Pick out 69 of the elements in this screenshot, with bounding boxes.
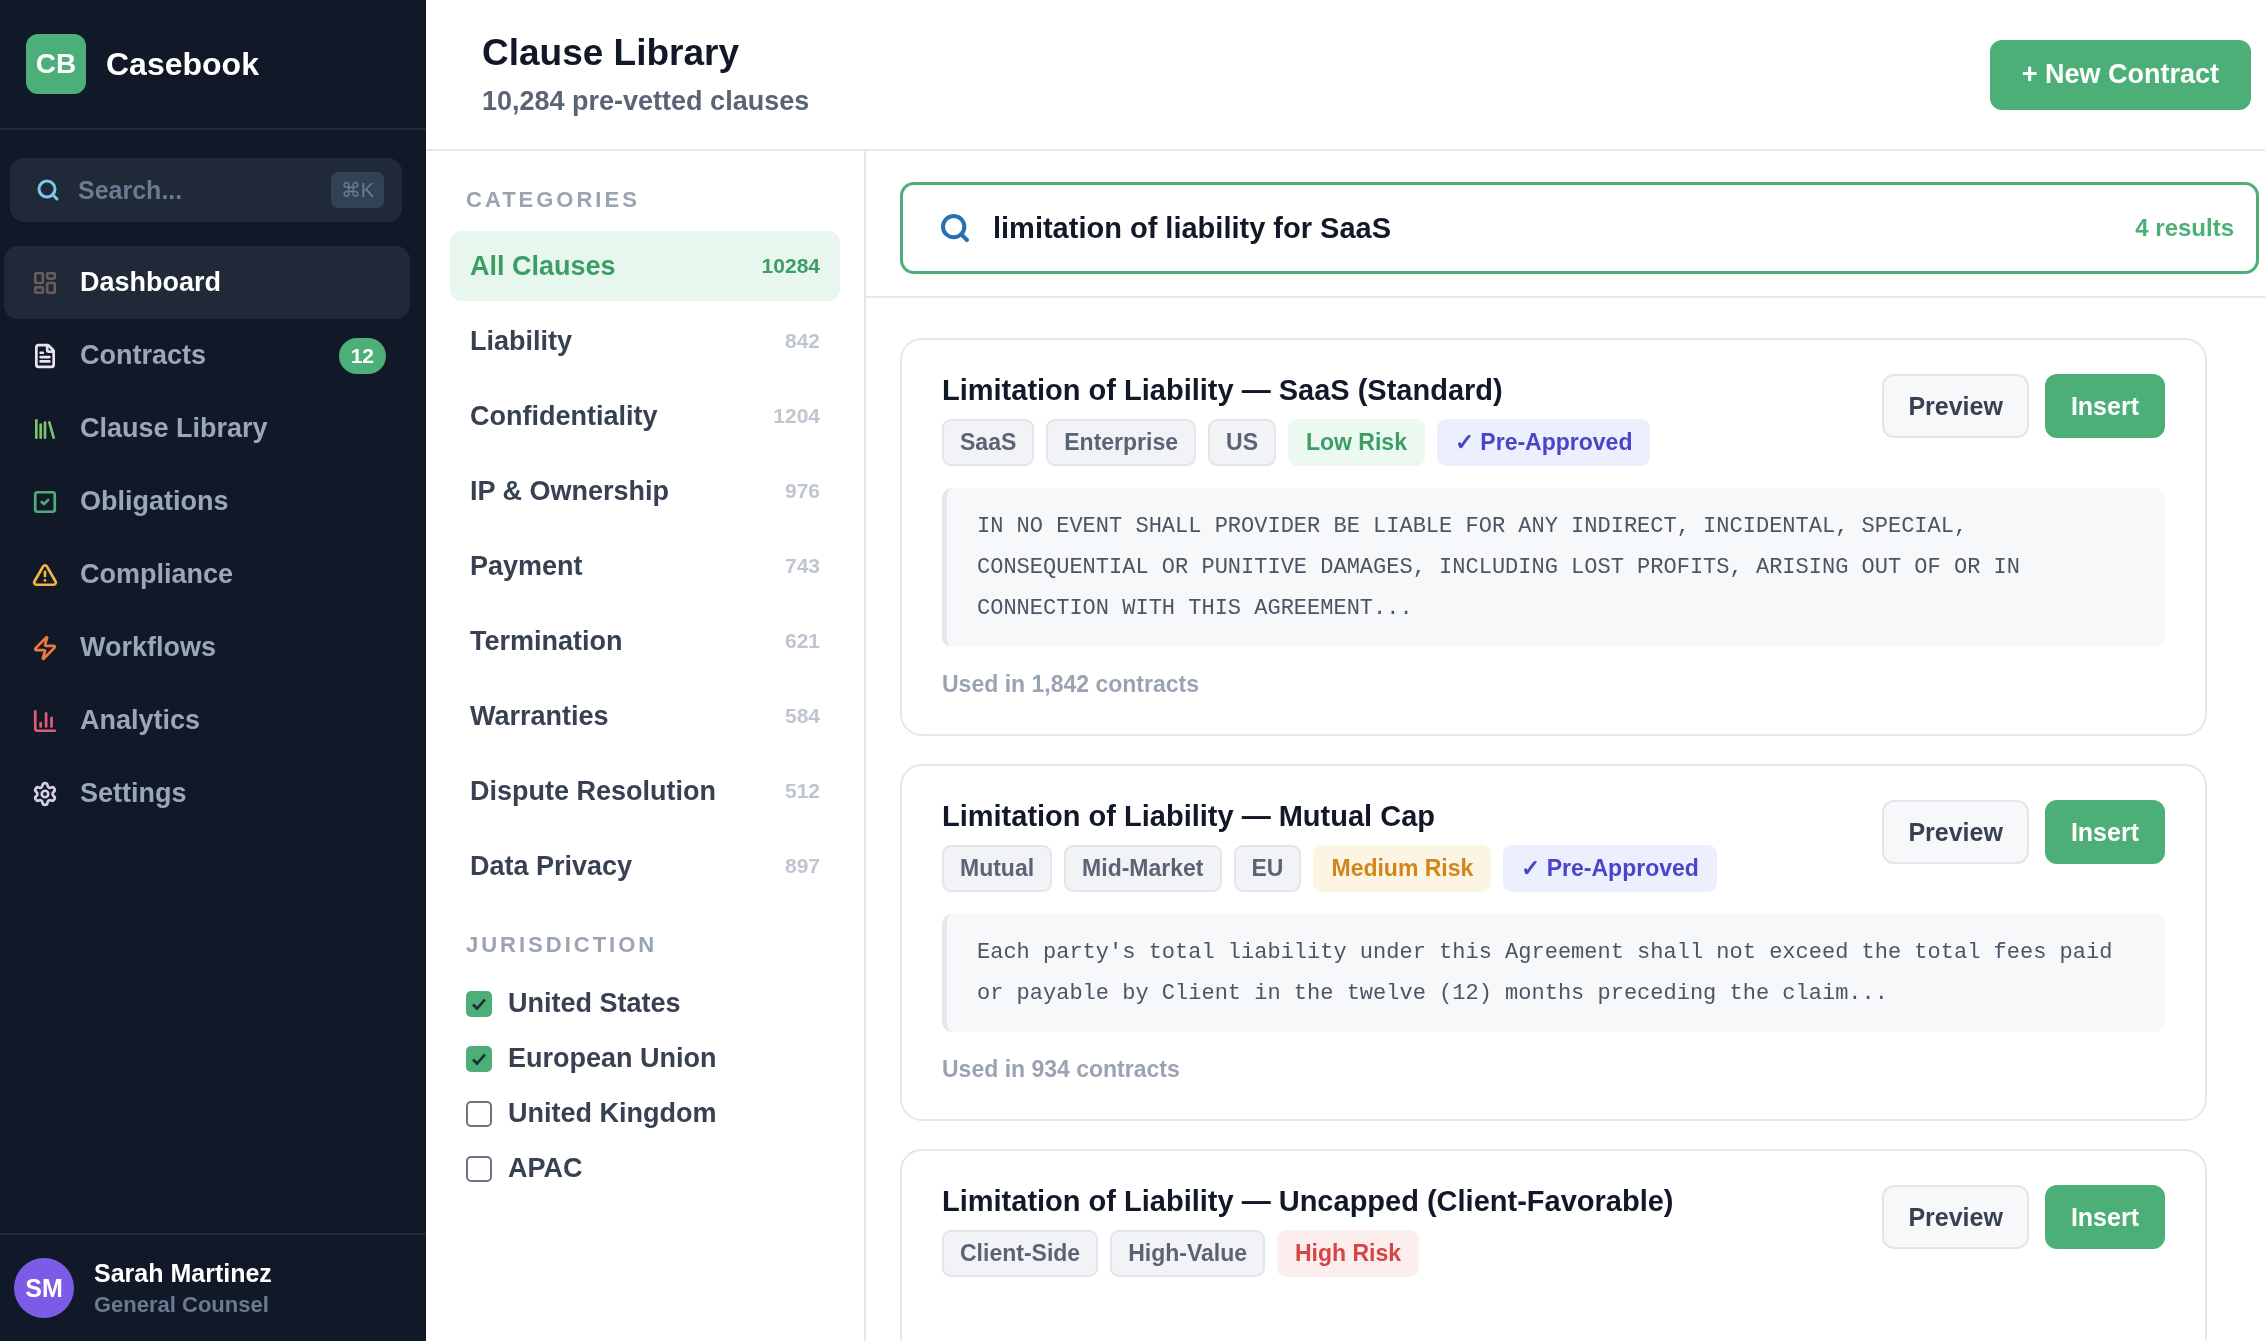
clause-title: Limitation of Liability — Uncapped (Client-Favorable) xyxy=(942,1185,1674,1218)
search-icon xyxy=(939,212,971,244)
clause-title: Limitation of Liability — SaaS (Standard) xyxy=(942,374,1504,407)
document-icon xyxy=(32,342,58,369)
warning-icon xyxy=(32,561,58,588)
clause-tag: Client-Side xyxy=(942,1230,1099,1277)
clause-tag: High-Value xyxy=(1110,1230,1265,1277)
category-item[interactable]: Liability 842 xyxy=(450,306,840,376)
user-role: General Counsel xyxy=(94,1291,270,1318)
clause-text: Each party's total liability under this Agreement shall not exceed the total fees paid or payable by Client in the twelve (12) months preceding the claim... xyxy=(942,914,2165,1032)
checkbox[interactable] xyxy=(466,1045,492,1072)
user-name: Sarah Martinez xyxy=(94,1258,272,1288)
page-title: Clause Library xyxy=(482,32,741,74)
user-avatar: SM xyxy=(14,1258,74,1318)
nav-item[interactable]: Compliance xyxy=(4,538,410,611)
category-item[interactable]: Payment 743 xyxy=(450,531,840,601)
clause-tag: EU xyxy=(1233,845,1302,892)
result-count: 4 results xyxy=(2135,214,2234,242)
category-item[interactable]: Dispute Resolution 512 xyxy=(450,756,840,826)
category-item[interactable]: IP & Ownership 976 xyxy=(450,456,840,526)
category-item[interactable]: Termination 621 xyxy=(450,606,840,676)
clause-text: IN NO EVENT SHALL PROVIDER BE LIABLE FOR ANY INDIRECT, INCIDENTAL, SPECIAL, CONSEQUENTIAL OR PUNITIVE DAMAGES, INCLUDING LOST PROFITS, ARISING OUT OF OR IN CONNECTION WITH THIS AGREEMENT... xyxy=(942,488,2165,647)
settings-icon xyxy=(32,780,58,807)
category-item[interactable]: Confidentiality 1204 xyxy=(450,381,840,451)
count-badge: 12 xyxy=(338,337,386,374)
clause-tag: SaaS xyxy=(942,419,1035,466)
app-logo: CB xyxy=(26,34,86,94)
clause-tag: Medium Risk xyxy=(1313,845,1492,892)
bar-chart-icon xyxy=(32,707,58,734)
clause-tag: Enterprise xyxy=(1046,419,1197,466)
clause-tag: Mid-Market xyxy=(1064,845,1222,892)
app-name: Casebook xyxy=(106,45,259,83)
dashboard-icon xyxy=(32,269,58,296)
section-heading: JURISDICTION xyxy=(465,932,659,958)
nav-item[interactable]: Settings xyxy=(4,757,410,830)
checkbox[interactable] xyxy=(466,1155,492,1182)
section-heading: CATEGORIES xyxy=(465,187,641,213)
search-icon xyxy=(36,178,60,202)
nav-item[interactable]: Workflows xyxy=(4,611,410,684)
page-subtitle: 10,284 pre-vetted clauses xyxy=(482,86,810,117)
clause-tag: Mutual xyxy=(942,845,1053,892)
nav-item[interactable]: Obligations xyxy=(4,465,410,538)
checkbox-label: European Union xyxy=(508,1043,717,1074)
lightning-icon xyxy=(32,634,58,661)
nav-item[interactable]: Clause Library xyxy=(4,392,410,465)
nav-item[interactable]: Contracts 12 xyxy=(4,319,410,392)
shortcut-hint: ⌘K xyxy=(330,172,384,208)
clause-search-field[interactable]: limitation of liability for SaaS 4 results xyxy=(900,182,2259,274)
clause-title: Limitation of Liability — Mutual Cap xyxy=(942,800,1436,833)
category-item[interactable]: Data Privacy 897 xyxy=(450,831,840,901)
checkbox-icon xyxy=(32,488,58,515)
checkbox-label: APAC xyxy=(508,1153,583,1184)
category-item[interactable]: Warranties 584 xyxy=(450,681,840,751)
checkbox[interactable] xyxy=(466,1100,492,1127)
clause-tag: High Risk xyxy=(1277,1230,1420,1277)
preview-button[interactable]: Preview xyxy=(1882,374,2029,438)
checkbox-label: United States xyxy=(508,988,681,1019)
nav-item[interactable]: Dashboard xyxy=(4,246,410,319)
checkbox[interactable] xyxy=(466,990,492,1017)
usage-count: Used in 1,842 contracts xyxy=(942,671,1200,698)
nav-item[interactable]: Analytics xyxy=(4,684,410,757)
checkbox-label: United Kingdom xyxy=(508,1098,717,1129)
usage-count: Used in 934 contracts xyxy=(942,1056,1181,1083)
preview-button[interactable]: Preview xyxy=(1882,1185,2029,1249)
clause-tag: ✓ Pre-Approved xyxy=(1436,419,1651,466)
clause-tag: US xyxy=(1208,419,1276,466)
clause-tag: ✓ Pre-Approved xyxy=(1503,845,1717,892)
clause-tag: Low Risk xyxy=(1288,419,1425,466)
preview-button[interactable]: Preview xyxy=(1882,800,2029,864)
